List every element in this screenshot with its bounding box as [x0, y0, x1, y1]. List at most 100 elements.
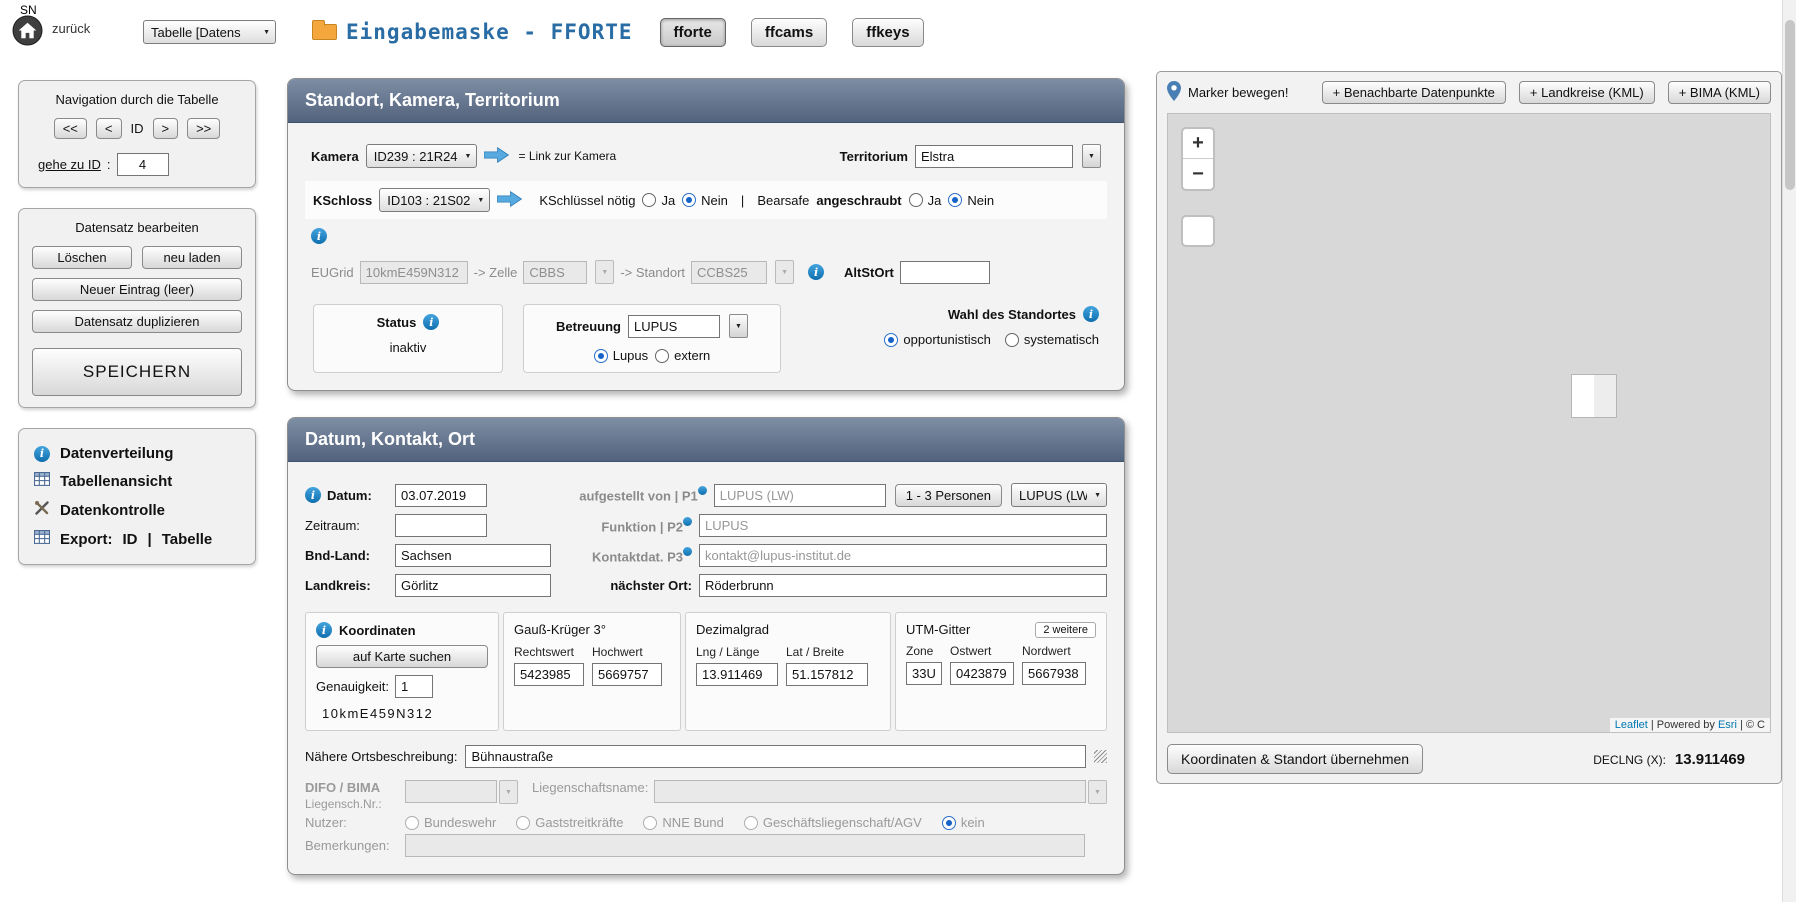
tab-ffcams[interactable]: ffcams	[751, 18, 827, 47]
hochwert-input[interactable]	[592, 663, 662, 686]
link-tabellenansicht[interactable]: Tabellenansicht	[32, 467, 242, 495]
home-icon[interactable]	[12, 15, 43, 49]
bearsafe-label: Bearsafe	[757, 193, 809, 208]
info-icon	[683, 547, 692, 556]
bemerkungen-label: Bemerkungen:	[305, 838, 405, 853]
nutzer-bundeswehr-radio	[405, 816, 419, 830]
laenge-input[interactable]	[696, 663, 778, 686]
export-table-link[interactable]: Tabelle	[162, 531, 213, 548]
link-datenkontrolle[interactable]: Datenkontrolle	[32, 495, 242, 525]
kschluessel-nein-radio[interactable]	[682, 193, 696, 207]
p1-input[interactable]	[714, 484, 886, 507]
wahl-systematisch-radio[interactable]	[1005, 333, 1019, 347]
link-export: Export: ID | Tabelle	[32, 525, 242, 553]
first-record-button[interactable]: <<	[54, 118, 87, 139]
edit-box-title: Datensatz bearbeiten	[32, 220, 242, 235]
zeitraum-input[interactable]	[395, 514, 487, 537]
goto-id-link[interactable]: gehe zu ID	[38, 157, 101, 172]
save-button[interactable]: SPEICHERN	[32, 348, 242, 396]
info-icon[interactable]: i	[1083, 306, 1099, 322]
table-select[interactable]: Tabelle [Datens ▼	[143, 20, 276, 44]
tab-ffkeys[interactable]: ffkeys	[852, 18, 923, 47]
utm-title: UTM-Gitter	[906, 622, 970, 637]
nutzer-gaststreitkraefte-radio	[516, 816, 530, 830]
eugrid-row: EUGrid -> Zelle ▼ -> Standort ▼ i AltStO…	[305, 260, 1107, 284]
utm-ostwert-input[interactable]	[950, 662, 1014, 685]
map-layers-button[interactable]	[1181, 215, 1215, 247]
bearsafe-nein-radio[interactable]	[948, 193, 962, 207]
info-icon[interactable]: i	[423, 314, 439, 330]
kschluessel-ja-radio[interactable]	[642, 193, 656, 207]
kschloss-select[interactable]: ID103 : 21S02 ▼	[379, 188, 490, 212]
wahl-opportunistisch-radio[interactable]	[884, 333, 898, 347]
leaflet-link[interactable]: Leaflet	[1615, 719, 1648, 731]
betreuung-input[interactable]	[628, 315, 720, 338]
p1-select[interactable]: LUPUS (LW ▼	[1011, 483, 1107, 507]
esri-link[interactable]: Esri	[1718, 719, 1737, 731]
info-icon[interactable]: i	[808, 264, 824, 280]
landkreis-input[interactable]	[395, 574, 551, 597]
next-record-button[interactable]: >	[153, 118, 179, 139]
back-link[interactable]: zurück	[52, 21, 90, 36]
ort-input[interactable]	[699, 574, 1107, 597]
tab-fforte[interactable]: fforte	[660, 18, 726, 47]
bnd-land-input[interactable]	[395, 544, 551, 567]
breite-input[interactable]	[786, 663, 868, 686]
info-icon[interactable]: i	[311, 228, 327, 244]
eugrid-input	[360, 261, 468, 284]
info-icon[interactable]: i	[316, 622, 332, 638]
reload-button[interactable]: neu laden	[142, 246, 242, 269]
map-zoom-control: + −	[1181, 127, 1215, 191]
kschloss-link-arrow-icon[interactable]	[497, 191, 522, 210]
delete-button[interactable]: Löschen	[32, 246, 132, 269]
bemerkungen-row: Bemerkungen:	[305, 834, 1107, 857]
personen-button[interactable]: 1 - 3 Personen	[895, 484, 1002, 507]
landkreis-label: Landkreis:	[305, 578, 371, 593]
difo-label: DIFO / BIMA	[305, 780, 405, 795]
zoom-out-button[interactable]: −	[1183, 159, 1213, 189]
p3-input[interactable]	[699, 544, 1107, 567]
bima-kml-button[interactable]: + BIMA (KML)	[1668, 81, 1771, 104]
resize-grip-icon[interactable]	[1094, 750, 1107, 763]
kschluessel-ja-label: Ja	[661, 193, 675, 208]
genauigkeit-input[interactable]	[395, 675, 433, 698]
utm-zone-input[interactable]	[906, 662, 942, 685]
benachbarte-datenpunkte-button[interactable]: + Benachbarte Datenpunkte	[1322, 81, 1506, 104]
territorium-input[interactable]	[915, 145, 1073, 168]
export-id-link[interactable]: ID	[123, 531, 138, 548]
kamera-select[interactable]: ID239 : 21R24 ▼	[366, 144, 478, 168]
duplicate-button[interactable]: Datensatz duplizieren	[32, 310, 242, 333]
territorium-dropdown-button[interactable]: ▼	[1082, 144, 1101, 168]
betreuung-lupus-radio[interactable]	[594, 349, 608, 363]
utm-more-button[interactable]: 2 weitere	[1035, 622, 1096, 638]
betreuung-extern-radio[interactable]	[655, 349, 669, 363]
export-prefix: Export:	[60, 531, 113, 548]
zoom-in-button[interactable]: +	[1183, 129, 1213, 159]
apply-coordinates-button[interactable]: Koordinaten & Standort übernehmen	[1167, 744, 1423, 774]
betreuung-dropdown-button[interactable]: ▼	[729, 314, 748, 338]
ortsbeschreibung-input[interactable]	[465, 745, 1086, 768]
prev-record-button[interactable]: <	[96, 118, 122, 139]
standort-panel-body: Kamera ID239 : 21R24 ▼ = Link zur Kamera…	[288, 123, 1124, 390]
utm-nordwert-input[interactable]	[1022, 662, 1086, 685]
link-datenverteilung[interactable]: i Datenverteilung	[32, 440, 242, 467]
rechtswert-input[interactable]	[514, 663, 584, 686]
vertical-scrollbar[interactable]	[1782, 0, 1796, 902]
p2-input[interactable]	[699, 514, 1107, 537]
kschloss-info-row: i	[305, 228, 1107, 244]
info-icon[interactable]: i	[305, 487, 321, 503]
new-entry-button[interactable]: Neuer Eintrag (leer)	[32, 278, 242, 301]
edit-row: Löschen neu laden	[32, 246, 242, 269]
bearsafe-ja-radio[interactable]	[909, 193, 923, 207]
betreuung-extern-label: extern	[674, 348, 710, 363]
last-record-button[interactable]: >>	[187, 118, 220, 139]
altstort-input[interactable]	[900, 261, 990, 284]
datum-input[interactable]	[395, 484, 487, 507]
landkreise-kml-button[interactable]: + Landkreise (KML)	[1519, 81, 1655, 104]
goto-id-input[interactable]	[117, 153, 169, 176]
camera-link-arrow-icon[interactable]	[484, 147, 509, 166]
scrollbar-thumb[interactable]	[1785, 20, 1795, 190]
map-canvas[interactable]: + − Leaflet | Powered by Esri | © C	[1167, 113, 1771, 733]
link-datenverteilung-label: Datenverteilung	[60, 445, 173, 462]
karte-suchen-button[interactable]: auf Karte suchen	[316, 645, 488, 668]
